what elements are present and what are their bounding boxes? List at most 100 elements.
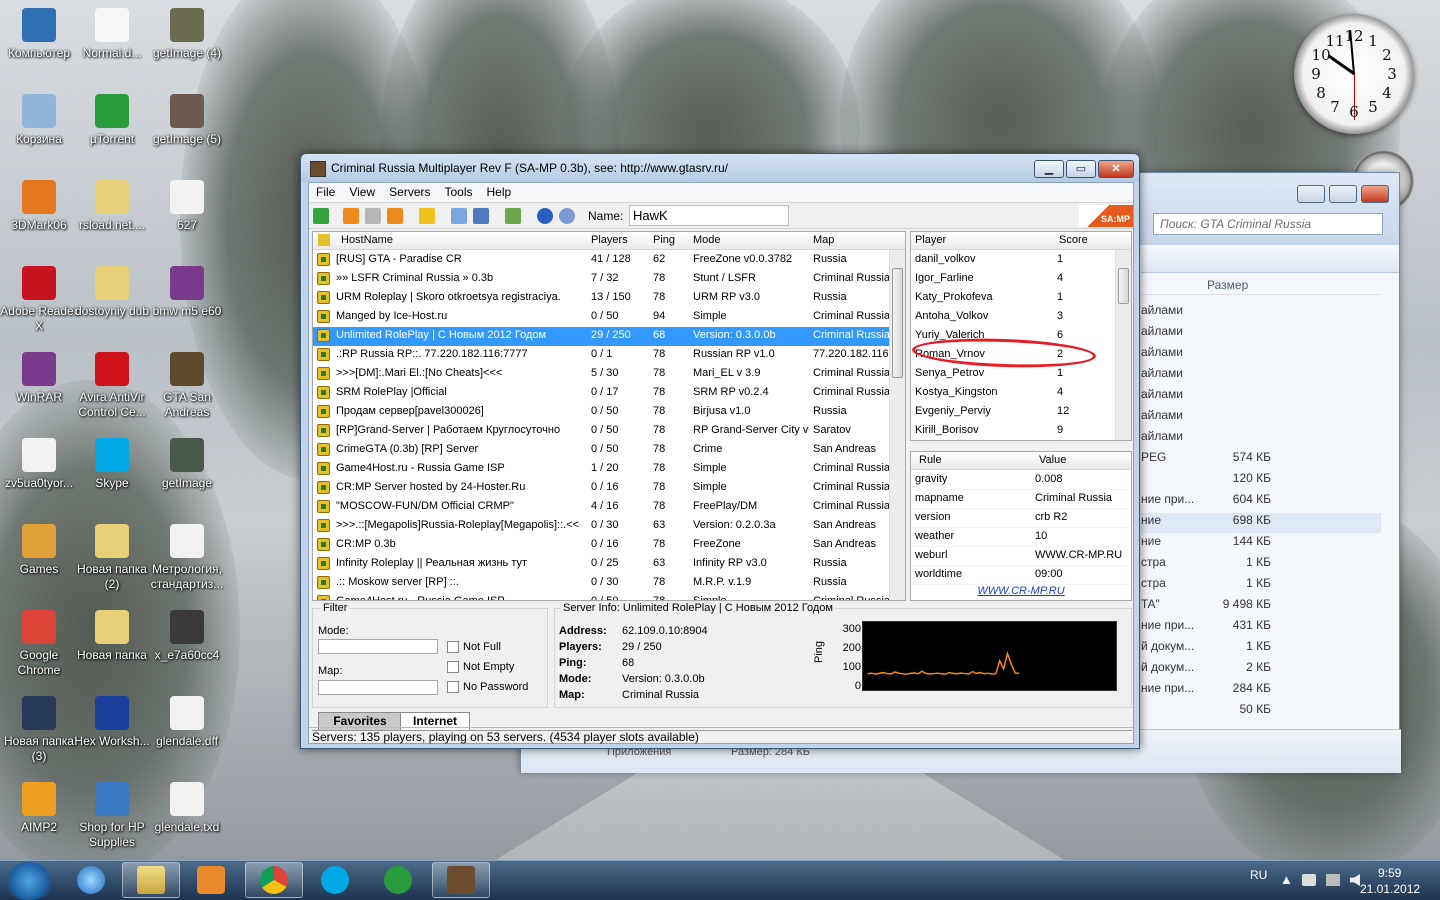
- player-row[interactable]: Katy_Prokofeva 1: [911, 289, 1117, 308]
- player-row[interactable]: Evgeniy_Perviy 12: [911, 403, 1117, 422]
- desktop-icon[interactable]: Skype: [73, 438, 151, 491]
- desktop-icon[interactable]: Новая папка (3): [0, 696, 78, 764]
- filter-map-input[interactable]: [318, 680, 438, 695]
- desktop-icon[interactable]: Shop for HP Supplies: [73, 782, 151, 850]
- server-list[interactable]: HostName Players Ping Mode Map [RUS] GTA…: [312, 231, 906, 601]
- desktop-icon[interactable]: rsload.net....: [73, 180, 151, 233]
- server-row[interactable]: CrimeGTA (0.3b) [RP] Server 0 / 50 78 Crime…: [313, 441, 889, 460]
- desktop-icon[interactable]: getImage (5): [148, 94, 226, 147]
- network-icon[interactable]: [1326, 874, 1340, 886]
- explorer-file-row[interactable]: й докум... 1 КБ: [1141, 639, 1381, 659]
- copy-icon[interactable]: [451, 208, 467, 224]
- server-row[interactable]: CR:MP 0.3b 0 / 16 78 FreeZone San Andreas: [313, 536, 889, 555]
- delete-server-icon[interactable]: [365, 208, 381, 224]
- menu-servers[interactable]: Servers: [382, 183, 437, 201]
- rule-row[interactable]: mapname Criminal Russia: [911, 490, 1131, 509]
- explorer-file-row[interactable]: стра 1 КБ: [1141, 555, 1381, 575]
- language-indicator[interactable]: RU: [1250, 868, 1267, 882]
- server-row[interactable]: Manged by Ice-Host.ru 0 / 50 94 Simple Crimi…: [313, 308, 889, 327]
- explorer-file-row[interactable]: айлами: [1141, 429, 1381, 449]
- col-hostname[interactable]: HostName: [341, 234, 393, 246]
- settings-icon[interactable]: [505, 208, 521, 224]
- explorer-search-input[interactable]: Поиск: GTA Criminal Russia: [1153, 213, 1383, 235]
- desktop-icon[interactable]: Метрология, стандартиз...: [148, 524, 226, 592]
- col-score[interactable]: Score: [1059, 234, 1088, 246]
- col-map[interactable]: Map: [813, 234, 834, 246]
- desktop-icon[interactable]: WinRAR: [0, 352, 78, 405]
- scrollbar-thumb[interactable]: [1118, 268, 1129, 304]
- action-center-icon[interactable]: [1302, 874, 1316, 886]
- col-rule[interactable]: Rule: [919, 454, 942, 466]
- desktop-icon[interactable]: µTorrent: [73, 94, 151, 147]
- explorer-file-row[interactable]: ние 698 КБ: [1141, 513, 1381, 533]
- desktop-icon[interactable]: x_e7a60cc4: [148, 610, 226, 663]
- explorer-file-row[interactable]: PEG 574 КБ: [1141, 450, 1381, 470]
- no-password-checkbox[interactable]: [447, 681, 459, 693]
- explorer-minimize-button[interactable]: [1297, 185, 1325, 203]
- taskbar-media-player[interactable]: [182, 862, 240, 898]
- about-icon[interactable]: [559, 208, 575, 224]
- explorer-file-row[interactable]: ние при... 431 КБ: [1141, 618, 1381, 638]
- col-player[interactable]: Player: [915, 234, 946, 246]
- server-list-scrollbar[interactable]: [889, 250, 905, 600]
- explorer-file-row[interactable]: айлами: [1141, 324, 1381, 344]
- samp-titlebar[interactable]: Criminal Russia Multiplayer Rev F (SA-MP…: [301, 154, 1139, 182]
- server-row[interactable]: Unlimited RolePlay | С Новым 2012 Годом 2…: [313, 327, 889, 346]
- explorer-file-row[interactable]: айлами: [1141, 345, 1381, 365]
- connect-icon[interactable]: [313, 208, 329, 224]
- explorer-file-row[interactable]: ние при... 284 КБ: [1141, 681, 1381, 701]
- server-row[interactable]: Infinity Roleplay || Реальная жизнь тут 0…: [313, 555, 889, 574]
- server-row[interactable]: Game4Host.ru - Russia Game ISP 1 / 20 78 Si…: [313, 460, 889, 479]
- clock-time[interactable]: 9:59: [1378, 866, 1401, 880]
- add-favorite-icon[interactable]: [343, 208, 359, 224]
- desktop-icon[interactable]: GTA San Andreas: [148, 352, 226, 420]
- close-button[interactable]: ✕: [1098, 160, 1134, 178]
- help-icon[interactable]: [537, 208, 553, 224]
- explorer-file-row[interactable]: айлами: [1141, 408, 1381, 428]
- desktop-icon[interactable]: Avira AntiVir Control Ce...: [73, 352, 151, 420]
- explorer-file-row[interactable]: айлами: [1141, 387, 1381, 407]
- player-row[interactable]: Antoha_Volkov 3: [911, 308, 1117, 327]
- desktop-icon[interactable]: Hex Worksh...: [73, 696, 151, 749]
- minimize-button[interactable]: ▁: [1034, 160, 1064, 178]
- menu-help[interactable]: Help: [480, 183, 519, 201]
- rule-row[interactable]: gravity 0.008: [911, 471, 1131, 490]
- player-name-input[interactable]: [629, 205, 789, 226]
- col-value[interactable]: Value: [1039, 454, 1066, 466]
- explorer-file-row[interactable]: айлами: [1141, 303, 1381, 323]
- properties-icon[interactable]: [419, 208, 435, 224]
- rule-row[interactable]: weburl WWW.CR-MP.RU: [911, 547, 1131, 566]
- desktop-icon[interactable]: getImage (4): [148, 8, 226, 61]
- menu-tools[interactable]: Tools: [437, 183, 479, 201]
- menu-view[interactable]: View: [342, 183, 382, 201]
- server-row[interactable]: .:RP Russia RP::. 77.220.182.116:7777 0 /…: [313, 346, 889, 365]
- not-full-checkbox[interactable]: [447, 641, 459, 653]
- explorer-file-row[interactable]: стра 1 КБ: [1141, 576, 1381, 596]
- player-row[interactable]: danil_volkov 1: [911, 251, 1117, 270]
- edit-icon[interactable]: [473, 208, 489, 224]
- maximize-button[interactable]: ▭: [1066, 160, 1096, 178]
- player-row[interactable]: Senya_Petrov 1: [911, 365, 1117, 384]
- desktop-icon[interactable]: dostoyniy dub: [73, 266, 151, 319]
- desktop-icon[interactable]: Games: [0, 524, 78, 577]
- server-row[interactable]: »» LSFR Criminal Russia » 0.3b 7 / 32 78 St…: [313, 270, 889, 289]
- clock-date[interactable]: 21.01.2012: [1360, 882, 1420, 896]
- desktop-icon[interactable]: Google Chrome: [0, 610, 78, 678]
- server-row[interactable]: .:: Moskow server [RP] ::. 0 / 30 78 M.R.P.…: [313, 574, 889, 593]
- desktop-icon[interactable]: Компьютер: [0, 8, 78, 61]
- explorer-file-row[interactable]: 120 КБ: [1141, 471, 1381, 491]
- desktop-icon[interactable]: Корзина: [0, 94, 78, 147]
- server-row[interactable]: Game4Host.ru - Russia Game ISP 0 / 50 78 Si…: [313, 593, 889, 600]
- start-button[interactable]: [2, 862, 56, 900]
- clock-gadget[interactable]: 12 1 2 3 4 5 6 7 8 9 10 11: [1294, 14, 1414, 134]
- desktop-icon[interactable]: getImage: [148, 438, 226, 491]
- desktop-icon[interactable]: Новая папка (2): [73, 524, 151, 592]
- server-row[interactable]: Продам сервер[pavel300026] 0 / 50 78 Birjus…: [313, 403, 889, 422]
- taskbar-explorer[interactable]: [122, 862, 180, 898]
- taskbar-ie[interactable]: [62, 862, 120, 898]
- lock-column-icon[interactable]: [318, 234, 330, 246]
- player-row[interactable]: Kostya_Kingston 4: [911, 384, 1117, 403]
- not-empty-checkbox[interactable]: [447, 661, 459, 673]
- rule-row[interactable]: weather 10: [911, 528, 1131, 547]
- taskbar-skype[interactable]: [306, 862, 364, 898]
